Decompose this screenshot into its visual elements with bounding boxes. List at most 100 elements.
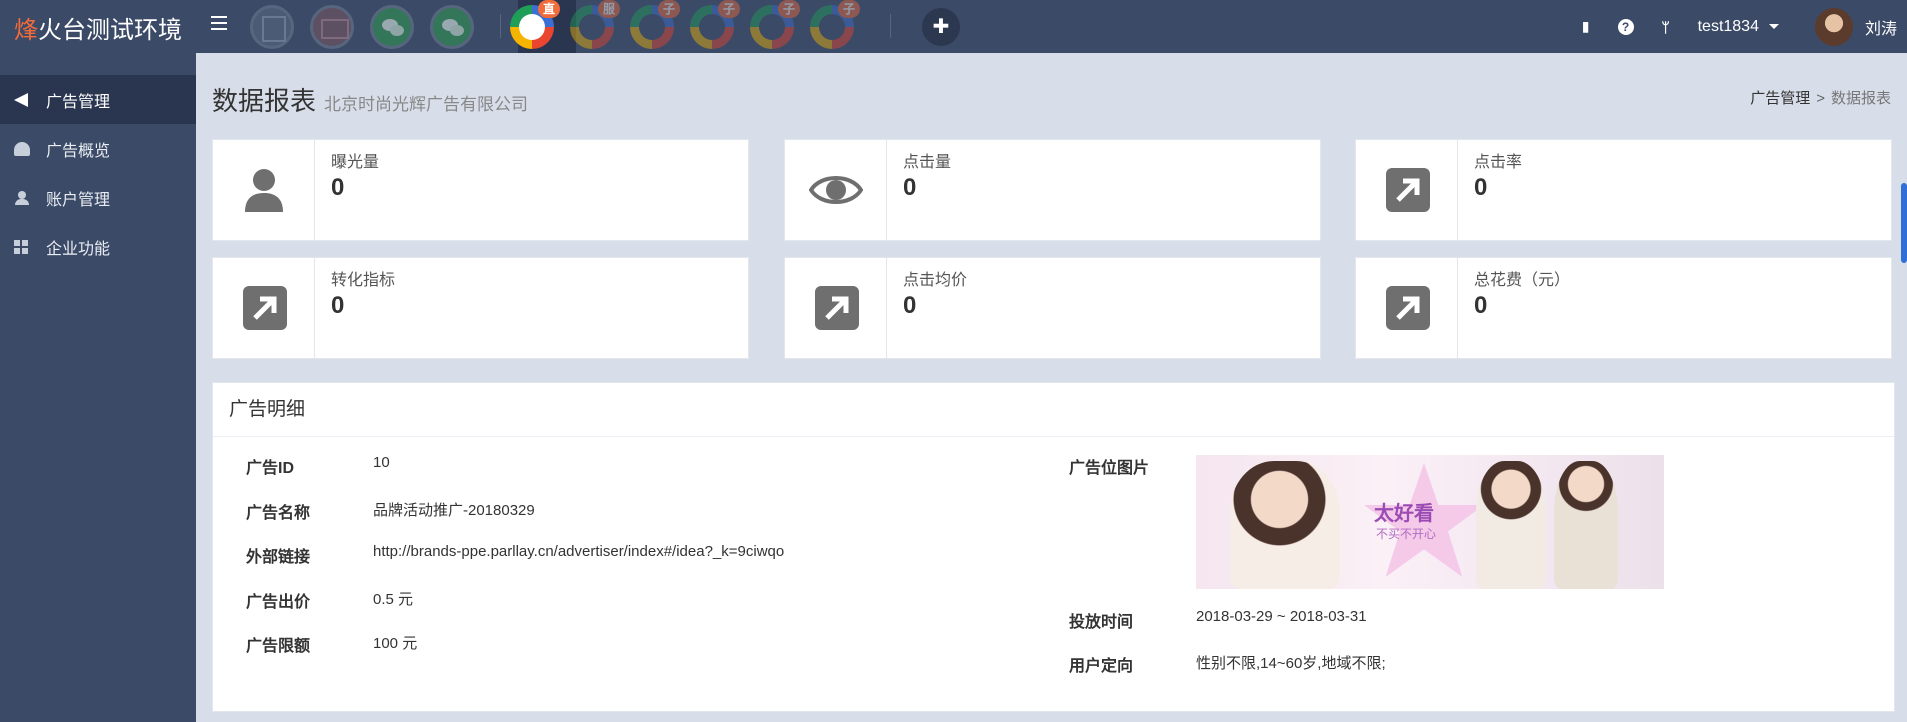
detail-value: 品牌活动推广-20180329	[373, 502, 535, 519]
app-switcher-wechat-1[interactable]	[370, 4, 414, 49]
banner-headline: 太好看	[1374, 503, 1434, 525]
top-navbar: 烽火台测试环境 直 服 子 子 子 子 ✚ ▮ ? ᛘ test1834 刘涛	[0, 0, 1907, 53]
stat-card-ctr: 点击率 0	[1355, 139, 1892, 241]
user-icon	[14, 190, 32, 205]
stat-value: 0	[331, 174, 345, 201]
stat-icon-box	[785, 140, 887, 240]
app-badge: 子	[718, 0, 740, 18]
sidebar-item-label: 广告概览	[46, 142, 111, 160]
detail-value: 性别不限,14~60岁,地域不限;	[1196, 655, 1386, 672]
toolbar-divider	[500, 14, 501, 38]
stat-card-conversion: 转化指标 0	[212, 257, 749, 359]
stat-value: 0	[903, 174, 917, 201]
branch-icon[interactable]: ᛘ	[1658, 19, 1674, 35]
stat-icon-box	[785, 258, 887, 358]
app-badge: 子	[778, 0, 800, 18]
caret-down-icon	[1768, 23, 1779, 29]
main-content: 数据报表 北京时尚光辉广告有限公司 广告管理 > 数据报表 曝光量 0 点击量 0	[196, 53, 1907, 722]
sidebar-item-label: 企业功能	[46, 240, 111, 258]
sidebar-item-ad-overview[interactable]: 广告概览	[0, 124, 196, 173]
detail-value: 100 元	[373, 635, 418, 652]
stat-label: 曝光量	[331, 154, 380, 171]
megaphone-icon	[14, 92, 32, 107]
stat-icon-box	[1356, 258, 1458, 358]
banner-tagline: 不买不开心	[1376, 527, 1437, 541]
arrow-up-right-icon	[1386, 168, 1430, 212]
stat-label: 点击量	[903, 154, 952, 171]
app-badge: 子	[838, 0, 860, 18]
detail-key: 广告位图片	[1069, 460, 1150, 477]
detail-key: 广告ID	[246, 460, 295, 477]
stat-value: 0	[331, 292, 345, 319]
detail-key: 广告限额	[246, 638, 311, 655]
add-app-button[interactable]: ✚	[922, 8, 960, 46]
dashboard-icon	[14, 141, 32, 156]
eye-icon	[809, 176, 863, 204]
page-subtitle: 北京时尚光辉广告有限公司	[324, 95, 529, 114]
app-switcher-app-2[interactable]	[310, 4, 354, 49]
breadcrumb-link[interactable]: 广告管理	[1750, 90, 1810, 107]
stat-label: 总花费（元）	[1474, 272, 1571, 289]
stat-value: 0	[1474, 292, 1488, 319]
sidebar-item-enterprise[interactable]: 企业功能	[0, 222, 196, 271]
avatar[interactable]	[1814, 7, 1853, 46]
app-switcher-sub-2[interactable]: 子	[690, 0, 740, 49]
toolbar-divider	[890, 14, 891, 38]
detail-key: 投放时间	[1069, 614, 1134, 631]
app-switcher-sub-4[interactable]: 子	[810, 0, 860, 49]
app-badge: 子	[658, 0, 680, 18]
app-switcher-sub-1[interactable]: 子	[630, 0, 680, 49]
arrow-up-right-icon	[243, 286, 287, 330]
grid-icon	[14, 239, 32, 254]
stat-card-avg-cpc: 点击均价 0	[784, 257, 1321, 359]
detail-key: 广告名称	[246, 505, 311, 522]
stat-card-impressions: 曝光量 0	[212, 139, 749, 241]
user-display-name[interactable]: 刘涛	[1865, 15, 1897, 39]
stat-value: 0	[1474, 174, 1488, 201]
detail-key: 用户定向	[1069, 658, 1134, 675]
user-toolbar: ▮ ? ᛘ test1834 刘涛	[1578, 0, 1907, 53]
help-icon[interactable]: ?	[1617, 18, 1634, 35]
detail-value: 10	[373, 454, 390, 471]
stat-card-clicks: 点击量 0	[784, 139, 1321, 241]
external-link[interactable]: http://brands-ppe.parllay.cn/advertiser/…	[373, 543, 784, 560]
stat-label: 点击率	[1474, 154, 1523, 171]
logo-text: 火台测试环境	[38, 17, 182, 44]
panel-title: 广告明细	[213, 383, 1894, 437]
stat-card-total-spend: 总花费（元） 0	[1355, 257, 1892, 359]
sidebar-item-label: 账户管理	[46, 191, 111, 209]
page-title-text: 数据报表	[212, 86, 317, 116]
ad-banner-image: 太好看 不买不开心	[1196, 455, 1664, 589]
book-icon[interactable]: ▮	[1578, 18, 1594, 35]
app-switcher-sub-3[interactable]: 子	[750, 0, 800, 49]
scrollbar-thumb[interactable]	[1901, 183, 1907, 263]
sidebar-item-label: 广告管理	[46, 93, 111, 111]
logo-accent: 烽	[14, 17, 38, 44]
detail-value: 2018-03-29 ~ 2018-03-31	[1196, 608, 1367, 625]
stat-value: 0	[903, 292, 917, 319]
breadcrumb: 广告管理 > 数据报表	[1750, 87, 1891, 108]
app-switcher-wechat-2[interactable]	[430, 4, 474, 49]
sidebar-item-ad-management[interactable]: 广告管理	[0, 75, 196, 124]
app-logo[interactable]: 烽火台测试环境	[14, 10, 182, 45]
account-dropdown[interactable]: test1834	[1698, 18, 1779, 36]
stat-icon-box	[213, 258, 315, 358]
breadcrumb-separator: >	[1816, 90, 1825, 107]
stat-label: 转化指标	[331, 272, 396, 289]
menu-toggle-icon[interactable]	[211, 16, 227, 30]
arrow-up-right-icon	[815, 286, 859, 330]
detail-key: 广告出价	[246, 594, 311, 611]
page-title: 数据报表 北京时尚光辉广告有限公司	[212, 81, 528, 118]
app-switcher-app-1[interactable]	[250, 4, 294, 49]
detail-key: 外部链接	[246, 549, 311, 566]
app-switcher-service[interactable]: 服	[570, 0, 620, 49]
detail-value: 0.5 元	[373, 591, 414, 608]
ad-detail-panel: 广告明细 广告ID 10 广告名称 品牌活动推广-20180329 外部链接 h…	[212, 382, 1895, 712]
sidebar-item-account-management[interactable]: 账户管理	[0, 173, 196, 222]
person-icon	[245, 169, 283, 212]
app-switcher: 直 服 子 子 子 子	[250, 0, 870, 53]
breadcrumb-current: 数据报表	[1830, 90, 1891, 107]
app-badge: 直	[538, 0, 560, 18]
arrow-up-right-icon	[1386, 286, 1430, 330]
app-switcher-direct[interactable]: 直	[510, 0, 560, 49]
